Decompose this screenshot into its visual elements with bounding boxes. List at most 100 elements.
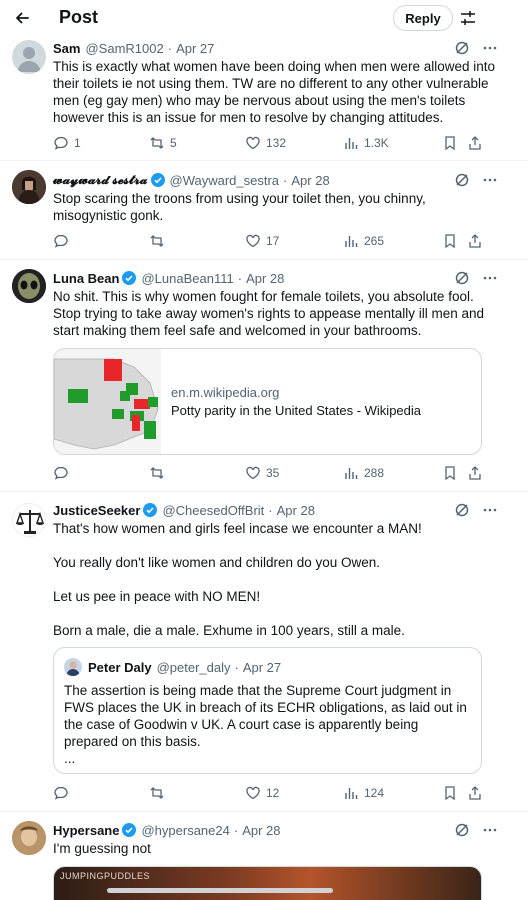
- link-preview-card[interactable]: en.m.wikipedia.org Potty parity in the U…: [53, 348, 482, 455]
- post-date[interactable]: Apr 28: [246, 271, 284, 286]
- tweet-wayward-sestra[interactable]: 𝔀𝓪𝔂𝔀𝓪𝓻𝓭 𝓼𝓮𝓼𝓽𝓻𝓪 @Wayward_sestra · Apr 28 …: [0, 161, 528, 260]
- reply-action[interactable]: [53, 232, 74, 250]
- author-handle[interactable]: @hypersane24: [141, 823, 229, 838]
- grok-icon[interactable]: [454, 270, 470, 286]
- repost-count: 5: [170, 136, 177, 150]
- repost-action[interactable]: [149, 232, 170, 250]
- tweet-luna-bean[interactable]: Luna Bean @LunaBean111 · Apr 28 No shit.…: [0, 260, 528, 492]
- post-date[interactable]: Apr 28: [291, 173, 329, 188]
- media-image[interactable]: JUMPINGPUDDLES: [53, 866, 482, 900]
- tweet-justiceseeker[interactable]: JusticeSeeker @CheesedOffBrit · Apr 28 T…: [0, 492, 528, 812]
- reply-action[interactable]: [53, 464, 74, 482]
- share-icon: [469, 136, 481, 150]
- author-handle[interactable]: @CheesedOffBrit: [162, 503, 264, 518]
- grok-icon[interactable]: [454, 40, 470, 56]
- author-handle[interactable]: @Wayward_sestra: [170, 173, 280, 188]
- avatar[interactable]: [12, 40, 46, 74]
- post-date[interactable]: Apr 28: [242, 823, 280, 838]
- bookmark-action[interactable]: [442, 134, 458, 152]
- separator-dot: ·: [283, 172, 288, 188]
- verified-badge-icon: [143, 503, 158, 517]
- sliders-icon[interactable]: [459, 9, 477, 27]
- bookmark-action[interactable]: [442, 232, 458, 250]
- reply-action[interactable]: [53, 784, 74, 802]
- author-handle[interactable]: @LunaBean111: [141, 271, 233, 286]
- avatar[interactable]: [12, 503, 46, 537]
- quoted-author-name[interactable]: Peter Daly: [88, 660, 152, 675]
- views-action[interactable]: 124: [343, 784, 384, 802]
- post-date[interactable]: Apr 28: [277, 503, 315, 518]
- views-action[interactable]: 1.3K: [343, 134, 389, 152]
- share-action[interactable]: [467, 784, 483, 802]
- author-name[interactable]: JusticeSeeker: [53, 503, 140, 518]
- repost-icon: [150, 137, 164, 149]
- like-action[interactable]: 35: [245, 464, 279, 482]
- media-watermark: JUMPINGPUDDLES: [60, 871, 151, 881]
- card-title: Potty parity in the United States - Wiki…: [171, 403, 422, 418]
- quoted-post-date[interactable]: Apr 27: [243, 660, 281, 675]
- reply-action[interactable]: 1: [53, 134, 81, 152]
- like-count: 12: [266, 786, 280, 800]
- more-horizontal-icon[interactable]: [482, 172, 498, 188]
- card-thumbnail: [54, 349, 161, 454]
- reply-button[interactable]: Reply: [393, 5, 453, 31]
- reply-bubble-icon: [54, 136, 68, 150]
- like-action[interactable]: 12: [245, 784, 279, 802]
- arrow-left-icon[interactable]: [12, 8, 32, 28]
- tweet-actions: 1 5 132 1.3K: [53, 134, 493, 152]
- share-icon: [469, 786, 481, 800]
- views-action[interactable]: 288: [343, 464, 384, 482]
- heart-icon: [246, 234, 260, 248]
- view-count: 124: [364, 786, 385, 800]
- like-count: 132: [266, 136, 287, 150]
- grok-icon[interactable]: [454, 822, 470, 838]
- page-title: Post: [59, 7, 99, 27]
- avatar[interactable]: [12, 821, 46, 855]
- tweet-text: Stop scaring the troons from using your …: [53, 191, 430, 223]
- repost-action[interactable]: [149, 464, 170, 482]
- quoted-author-handle[interactable]: @peter_daly: [157, 660, 231, 675]
- verified-badge-icon: [122, 271, 137, 285]
- reply-count: 1: [74, 136, 81, 150]
- author-name[interactable]: Sam: [53, 41, 80, 56]
- author-handle[interactable]: @SamR1002: [85, 41, 163, 56]
- separator-dot: ·: [237, 270, 243, 286]
- repost-action[interactable]: 5: [149, 134, 177, 152]
- author-name[interactable]: Luna Bean: [53, 271, 119, 286]
- tweet-text: This is exactly what women have been doi…: [53, 59, 499, 125]
- avatar[interactable]: [12, 170, 46, 204]
- more-horizontal-icon[interactable]: [482, 822, 498, 838]
- more-horizontal-icon[interactable]: [482, 40, 498, 56]
- separator-dot: ·: [268, 502, 273, 518]
- post-date[interactable]: Apr 27: [176, 41, 214, 56]
- share-action[interactable]: [467, 464, 483, 482]
- views-action[interactable]: 265: [343, 232, 384, 250]
- tweet-sam[interactable]: Sam @SamR1002 · Apr 27 This is exactly w…: [0, 36, 528, 161]
- tweet-text: I'm guessing not: [53, 841, 151, 856]
- share-action[interactable]: [467, 232, 483, 250]
- quoted-text: The assertion is being made that the Sup…: [64, 683, 467, 766]
- tweet-actions: 12 124: [53, 784, 493, 802]
- heart-icon: [246, 136, 260, 150]
- grok-icon[interactable]: [454, 502, 470, 518]
- bookmark-action[interactable]: [442, 464, 458, 482]
- separator-dot: ·: [233, 822, 239, 838]
- avatar[interactable]: [12, 269, 46, 303]
- reply-bubble-icon: [54, 234, 68, 248]
- more-horizontal-icon[interactable]: [482, 270, 498, 286]
- avatar[interactable]: [64, 658, 82, 676]
- share-icon: [469, 466, 481, 480]
- like-action[interactable]: 132: [245, 134, 286, 152]
- bookmark-action[interactable]: [442, 784, 458, 802]
- grok-icon[interactable]: [454, 172, 470, 188]
- like-count: 17: [266, 234, 280, 248]
- author-name[interactable]: Hypersane: [53, 823, 119, 838]
- author-name[interactable]: 𝔀𝓪𝔂𝔀𝓪𝓻𝓭 𝓼𝓮𝓼𝓽𝓻𝓪: [53, 172, 148, 188]
- like-action[interactable]: 17: [245, 232, 279, 250]
- share-action[interactable]: [467, 134, 483, 152]
- like-count: 35: [266, 466, 280, 480]
- quoted-post[interactable]: Peter Daly @peter_daly · Apr 27 The asse…: [53, 647, 482, 774]
- repost-action[interactable]: [149, 784, 170, 802]
- more-horizontal-icon[interactable]: [482, 502, 498, 518]
- verified-badge-icon: [150, 173, 165, 187]
